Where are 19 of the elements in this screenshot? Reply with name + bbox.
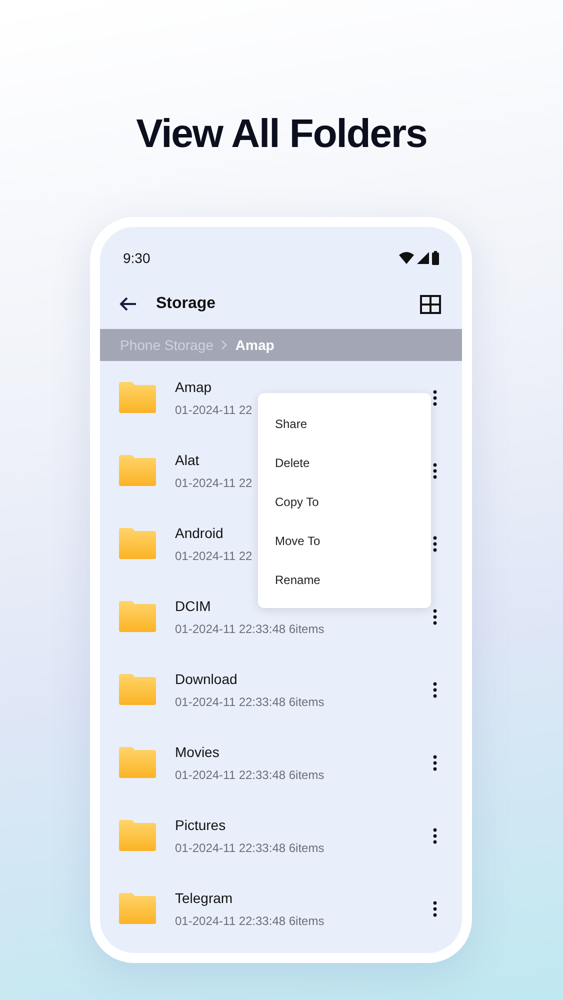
status-time: 9:30: [123, 248, 150, 268]
folder-details: 01-2024-11 22:33:48 6items: [175, 840, 324, 856]
folder-name: Alat: [175, 450, 200, 470]
headline: View All Folders: [136, 111, 427, 158]
folder-details: 01-2024-11 22:33:48 6items: [175, 912, 324, 930]
folder-name: Movies: [175, 742, 220, 762]
folder-details: 01-2024-11 22: [175, 474, 252, 492]
toolbar-title: Storage: [156, 294, 216, 314]
folder-details: 01-2024-11 22:33:48 6items: [175, 766, 324, 784]
folder-details: 01-2024-11 22: [175, 548, 252, 564]
folder-name: Android: [175, 524, 224, 542]
folder-details: 01-2024-11 22:33:48 6items: [175, 694, 324, 710]
folder-name: Download: [175, 670, 238, 688]
folder-name: Telegram: [175, 888, 234, 908]
folder-details: 01-2024-11 22:33:48 6items: [175, 620, 324, 638]
folder-name: Amap: [175, 378, 213, 397]
folder-name: DCIM: [175, 596, 212, 616]
folder-name: Pictures: [175, 816, 227, 834]
folder-details: 01-2024-11 22: [175, 402, 252, 418]
